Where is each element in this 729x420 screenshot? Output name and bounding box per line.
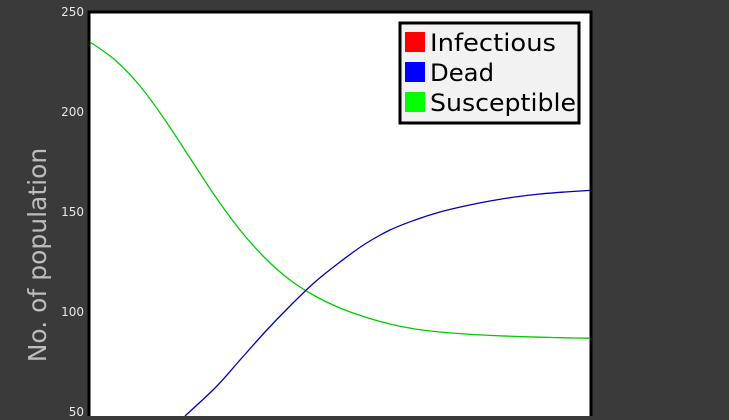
y-tick-label: 100	[61, 305, 84, 319]
population-line-chart: 250 200 150 100 50 No. of population Infecti…	[23, 5, 593, 420]
y-tick-label: 150	[61, 205, 84, 219]
legend-swatch-susceptible	[405, 92, 425, 112]
chart-area: 250 200 150 100 50 No. of population Infecti…	[0, 0, 729, 420]
y-tick-label: 200	[61, 105, 84, 119]
legend-swatch-infectious	[405, 32, 425, 52]
y-axis-label: No. of population	[23, 148, 52, 363]
legend-label-infectious: Infectious	[430, 29, 556, 57]
legend: InfectiousDeadSusceptible	[398, 21, 581, 125]
y-tick-labels: 250 200 150 100 50	[61, 5, 84, 419]
y-tick-label: 250	[61, 5, 84, 19]
y-tick-label: 50	[69, 405, 84, 416]
legend-label-susceptible: Susceptible	[430, 89, 576, 117]
legend-swatch-dead	[405, 62, 425, 82]
legend-label-dead: Dead	[430, 59, 494, 87]
